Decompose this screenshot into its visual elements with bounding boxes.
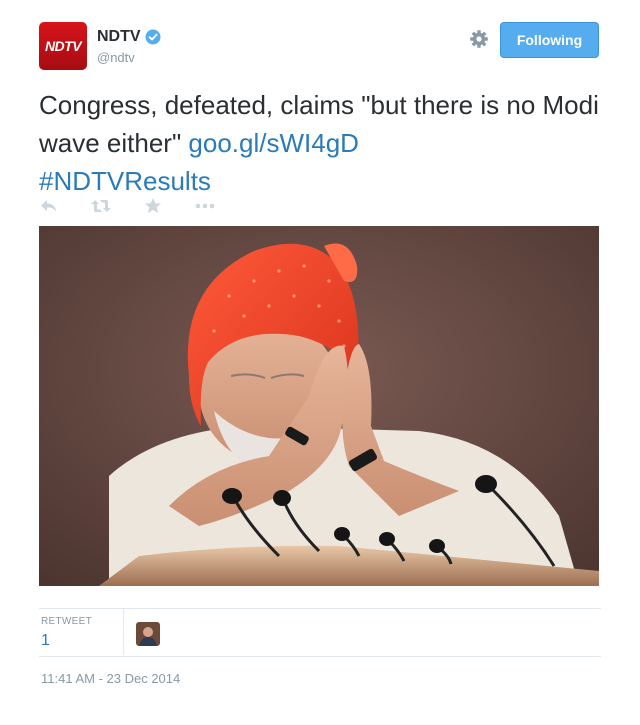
stats-separator [123,609,124,655]
avatar[interactable]: NDTV [39,22,87,70]
display-name[interactable]: NDTV [97,28,141,46]
avatar-logo-text: NDTV [44,38,82,54]
tweet-timestamp[interactable]: 11:41 AM - 23 Dec 2014 [41,671,180,686]
retweet-icon[interactable] [90,196,112,216]
handle[interactable]: @ndtv [97,50,135,65]
reply-icon[interactable] [39,196,61,216]
account-name-row[interactable]: NDTV [97,28,161,46]
tweet-text: Congress, defeated, claims "but there is… [39,86,609,200]
favorite-icon[interactable] [143,196,165,216]
retweet-count[interactable]: 1 [41,632,50,650]
gear-icon[interactable] [469,29,489,49]
retweeter-avatar[interactable] [136,622,160,646]
retweet-stat-label: RETWEET [41,616,92,627]
hashtag-link[interactable]: #NDTVResults [39,166,211,196]
verified-badge-icon [145,29,161,45]
tweet-link[interactable]: goo.gl/sWI4gD [188,128,359,158]
more-icon[interactable] [194,196,216,216]
stats-bottom-divider [39,656,601,657]
following-button[interactable]: Following [500,22,599,58]
tweet-photo[interactable] [39,226,599,586]
